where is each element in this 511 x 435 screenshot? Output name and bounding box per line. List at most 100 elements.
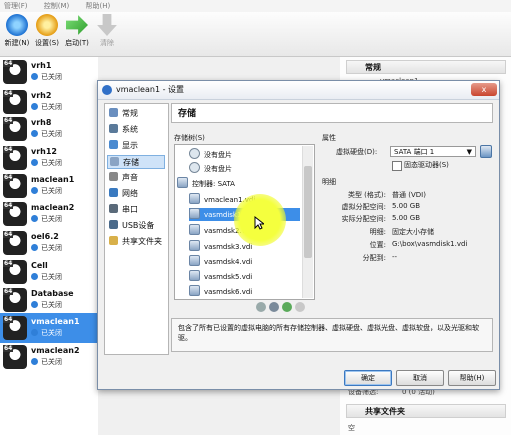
nav-audio[interactable]: 声音	[107, 171, 165, 185]
audio-icon	[109, 172, 118, 181]
network-icon	[109, 188, 118, 197]
gear-icon	[36, 14, 58, 36]
powered-off-icon	[31, 273, 38, 280]
remove-attachment-icon[interactable]	[295, 302, 305, 312]
hard-disk-slot-select[interactable]: SATA 端口 1 ▼	[390, 146, 476, 157]
new-icon	[6, 14, 28, 36]
vm-item[interactable]: 64 vrh8 已关闭	[0, 114, 98, 144]
tree-item-empty-disc[interactable]: 没有盘片	[189, 162, 232, 175]
powered-off-icon	[31, 187, 38, 194]
nav-network[interactable]: 网络	[107, 187, 165, 201]
tree-controller-sata[interactable]: 控制器: SATA	[177, 177, 235, 190]
mouse-cursor-icon	[254, 216, 264, 230]
os-icon: 64	[3, 231, 27, 255]
powered-off-icon	[31, 358, 38, 365]
powered-off-icon	[31, 215, 38, 222]
new-button[interactable]: 新建(N)	[2, 14, 32, 48]
general-icon	[109, 108, 118, 117]
general-section-header[interactable]: 常规	[346, 60, 506, 74]
nav-serial[interactable]: 串口	[107, 203, 165, 217]
usb-icon	[109, 220, 118, 229]
settings-nav: 常规 系统 显示 存储 声音 网络 串口 USB设备 共享文件夹	[104, 103, 169, 355]
attributes-panel: 属性 虚拟硬盘(D): SATA 端口 1 ▼ 固态驱动器(S) 明细 类型 (格…	[322, 134, 494, 298]
cancel-button[interactable]: 取消	[396, 370, 444, 386]
system-icon	[109, 124, 118, 133]
vm-item[interactable]: 64 vmaclean2 已关闭	[0, 342, 98, 372]
vm-item[interactable]: 64 vrh12 已关闭	[0, 143, 98, 173]
menu-help[interactable]: 帮助(H)	[85, 2, 110, 10]
discard-button[interactable]: 清除	[92, 14, 122, 48]
vm-item[interactable]: 64 oel6.2 已关闭	[0, 228, 98, 258]
os-icon: 64	[3, 117, 27, 141]
vm-item-selected[interactable]: 64 vmaclean1 已关闭	[0, 313, 98, 343]
settings-button[interactable]: 设置(S)	[32, 14, 62, 48]
hard-disk-icon	[189, 208, 200, 219]
hard-disk-icon	[189, 255, 200, 266]
add-controller-icon[interactable]	[256, 302, 266, 312]
os-icon: 64	[3, 174, 27, 198]
controller-icon	[177, 177, 188, 188]
hard-disk-icon	[189, 240, 200, 251]
hard-disk-icon	[189, 285, 200, 296]
os-icon: 64	[3, 60, 27, 84]
tree-scrollbar[interactable]	[302, 146, 313, 298]
description-box: 包含了所有已设置的虚拟电脑的所有存储控制器、虚拟硬盘、虚拟光盘、虚拟软盘，以及光…	[171, 318, 493, 352]
powered-off-icon	[31, 130, 38, 137]
nav-display[interactable]: 显示	[107, 139, 165, 153]
tree-disk-item[interactable]: vasmdsk3.vdi	[189, 240, 252, 253]
add-cd-icon[interactable]	[269, 302, 279, 312]
powered-off-icon	[31, 159, 38, 166]
os-icon: 64	[3, 316, 27, 340]
discard-arrow-icon	[97, 14, 117, 36]
tree-disk-item[interactable]: vasmdsk6.vdi	[189, 285, 252, 298]
os-icon: 64	[3, 146, 27, 170]
hard-disk-icon	[189, 270, 200, 281]
start-arrow-icon	[66, 15, 88, 35]
shared-folders-section-header[interactable]: 共享文件夹	[346, 404, 506, 418]
powered-off-icon	[31, 73, 38, 80]
hard-disk-icon	[189, 224, 200, 235]
os-icon: 64	[3, 288, 27, 312]
ok-button[interactable]: 确定	[344, 370, 392, 386]
nav-usb[interactable]: USB设备	[107, 219, 165, 233]
vm-item[interactable]: 64 Cell 已关闭	[0, 257, 98, 287]
os-icon: 64	[3, 90, 27, 114]
os-icon: 64	[3, 260, 27, 284]
toolbar: 新建(N) 设置(S) 启动(T) 清除	[0, 12, 511, 57]
tree-item-empty-disc[interactable]: 没有盘片	[189, 148, 232, 161]
cd-icon	[189, 162, 200, 173]
choose-disk-icon[interactable]	[480, 145, 492, 158]
powered-off-icon	[31, 244, 38, 251]
nav-storage[interactable]: 存储	[107, 155, 165, 169]
solid-state-checkbox[interactable]	[392, 161, 402, 171]
serial-icon	[109, 204, 118, 213]
vm-item[interactable]: 64 maclean1 已关闭	[0, 171, 98, 201]
nav-shared-folders[interactable]: 共享文件夹	[107, 235, 165, 249]
cd-icon	[189, 148, 200, 159]
vm-item[interactable]: 64 Database 已关闭	[0, 285, 98, 315]
nav-system[interactable]: 系统	[107, 123, 165, 137]
section-title: 存储	[171, 103, 493, 123]
menu-file[interactable]: 管理(F)	[4, 2, 28, 10]
vm-item[interactable]: 64 vrh1 已关闭	[0, 57, 98, 87]
dialog-titlebar[interactable]: vmaclean1 - 设置 x	[98, 81, 499, 100]
help-button[interactable]: 帮助(H)	[448, 370, 496, 386]
vm-list: 64 vrh1 已关闭 64 vrh2 已关闭 64 vrh8 已关闭 64 vrh12 已关闭…	[0, 57, 98, 435]
vm-item[interactable]: 64 maclean2 已关闭	[0, 199, 98, 229]
powered-off-icon	[31, 329, 38, 336]
scroll-thumb[interactable]	[304, 166, 312, 258]
nav-general[interactable]: 常规	[107, 107, 165, 121]
close-button[interactable]: x	[471, 83, 497, 96]
storage-tree-label: 存储树(S)	[174, 134, 205, 142]
vm-item[interactable]: 64 vrh2 已关闭	[0, 87, 98, 117]
powered-off-icon	[31, 301, 38, 308]
tree-disk-item[interactable]: vasmdsk4.vdi	[189, 255, 252, 268]
start-button[interactable]: 启动(T)	[62, 14, 92, 48]
storage-icon	[110, 157, 119, 166]
os-icon: 64	[3, 345, 27, 369]
menu-machine[interactable]: 控制(M)	[44, 2, 70, 10]
hard-disk-icon	[189, 193, 200, 204]
add-disk-icon[interactable]	[282, 302, 292, 312]
tree-disk-item[interactable]: vasmdsk5.vdi	[189, 270, 252, 283]
os-icon: 64	[3, 202, 27, 226]
